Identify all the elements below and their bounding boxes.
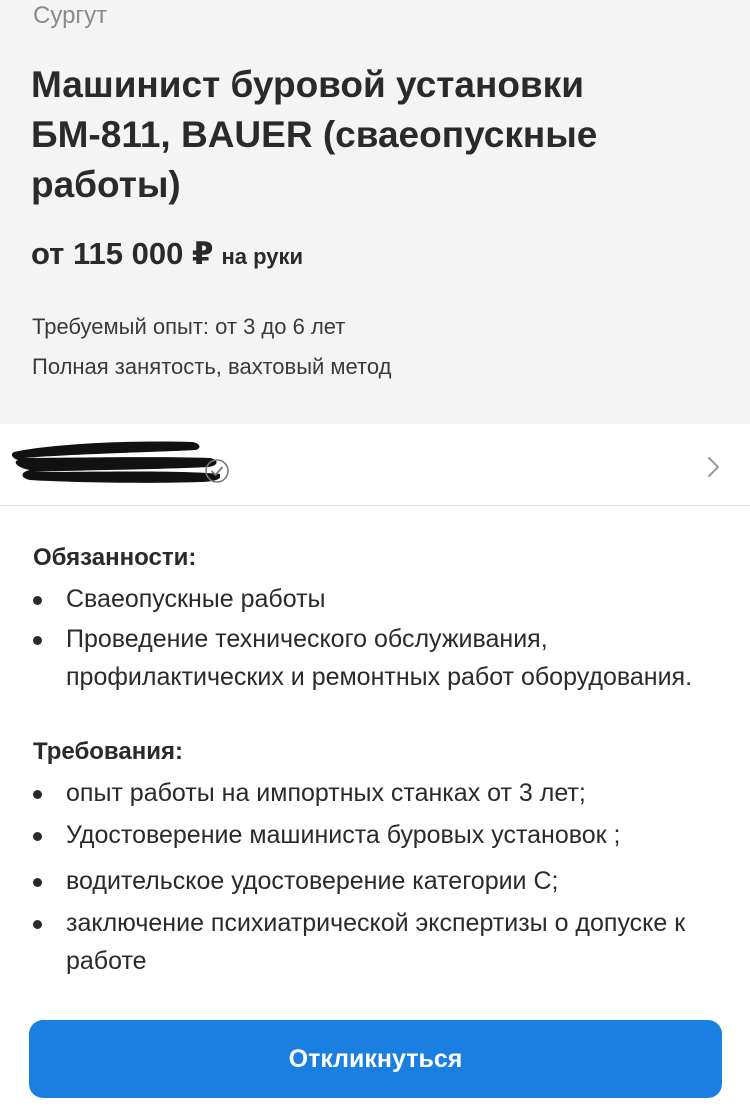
city-label: Сургут [33, 2, 108, 29]
requirement-item: водительское удостоверение категории С; [30, 862, 720, 900]
requirement-item: опыт работы на импортных станках от 3 ле… [30, 774, 720, 812]
check-circle-icon [205, 459, 229, 483]
requirement-item: Удостоверение машиниста буровых установо… [30, 816, 720, 854]
vacancy-description: Обязанности: Сваеопускные работы Проведе… [0, 506, 750, 1006]
vacancy-title: Машинист буровой установки БМ-811, BAUER… [31, 64, 598, 205]
employment-text: Полная занятость, вахтовый метод [32, 354, 392, 379]
salary-row: от 115 000 ₽ на руки [31, 236, 303, 272]
duty-item: Сваеопускные работы [30, 580, 720, 618]
company-name-redaction [11, 441, 220, 483]
experience-text: Требуемый опыт: от 3 до 6 лет [32, 314, 346, 339]
respond-button[interactable]: Откликнуться [29, 1020, 722, 1098]
salary-suffix: на руки [221, 244, 304, 269]
requirements-heading: Требования: [33, 738, 183, 765]
duties-heading: Обязанности: [33, 544, 197, 571]
salary-amount: от 115 000 ₽ [31, 236, 214, 271]
company-row[interactable] [0, 424, 750, 506]
duty-item: Проведение технического обслуживания, пр… [30, 620, 720, 696]
content-fade [0, 988, 750, 1006]
requirement-item: заключение психиатрической экспертизы о … [30, 904, 720, 980]
vacancy-header: Сургут Машинист буровой установки БМ-811… [0, 0, 750, 424]
chevron-right-icon[interactable] [700, 454, 726, 480]
